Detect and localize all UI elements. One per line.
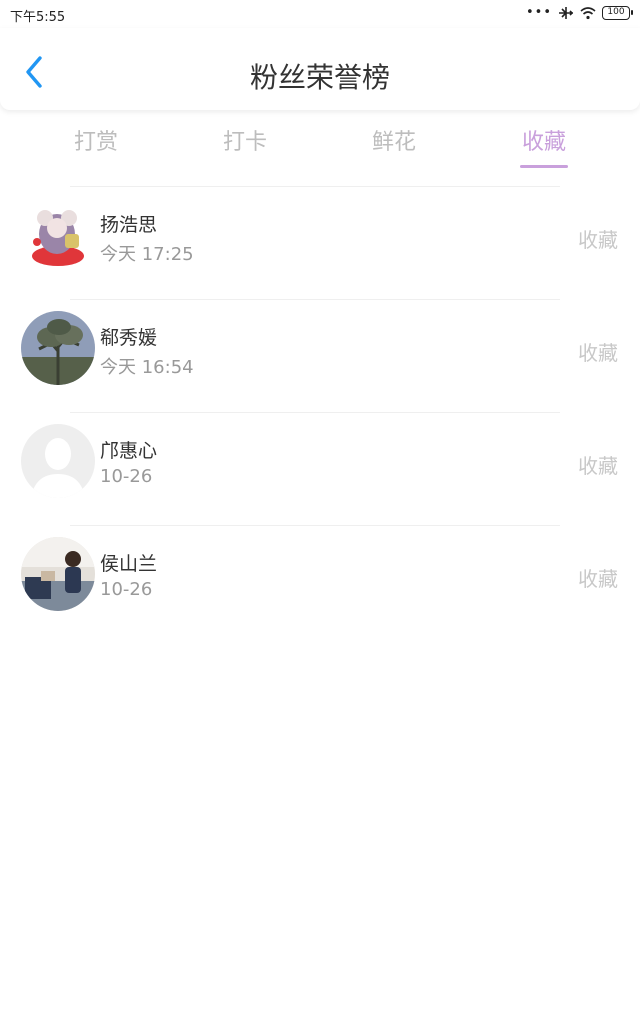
avatar-image [21,311,95,385]
user-time: 今天 17:25 [100,244,194,265]
user-name: 扬浩思 [100,214,158,236]
fan-list: 扬浩思 今天 17:25 收藏 郗秀媛 今天 16:54 收藏 邝惠心 10-2… [0,186,640,638]
favorite-label: 收藏 [578,228,618,252]
wifi-icon [580,7,596,20]
tab-flowers[interactable]: 鲜花 [334,124,454,168]
avatar-image [21,198,95,272]
user-name: 郗秀媛 [100,327,158,349]
battery-icon: 100 [602,6,633,20]
active-tab-indicator [520,165,568,168]
user-name: 侯山兰 [100,553,158,575]
status-time: 下午5:55 [10,10,66,25]
user-time: 10-26 [100,466,153,487]
avatar[interactable] [21,424,95,498]
avatar[interactable] [21,311,95,385]
favorite-label: 收藏 [578,341,618,365]
default-avatar-icon [21,424,95,498]
avatar-image [21,537,95,611]
header-bar: 粉丝荣誉榜 [0,28,640,110]
list-item[interactable]: 侯山兰 10-26 收藏 [0,525,640,638]
user-name: 邝惠心 [100,440,158,462]
list-item[interactable]: 邝惠心 10-26 收藏 [0,412,640,525]
list-item[interactable]: 郗秀媛 今天 16:54 收藏 [0,299,640,412]
tab-favorites[interactable]: 收藏 [484,124,604,168]
tab-favorites-label: 收藏 [521,130,566,155]
tab-checkin[interactable]: 打卡 [185,124,305,168]
airplane-icon [559,7,574,19]
user-time: 今天 16:54 [100,357,194,378]
more-dots-icon: ••• [525,5,552,20]
tab-reward[interactable]: 打赏 [36,124,156,168]
avatar[interactable] [21,198,95,272]
status-bar: 下午5:55 ••• 100 [0,0,640,28]
favorite-label: 收藏 [578,567,618,591]
favorite-label: 收藏 [578,454,618,478]
user-time: 10-26 [100,579,153,600]
status-icons: ••• 100 [525,5,633,20]
avatar[interactable] [21,537,95,611]
list-item[interactable]: 扬浩思 今天 17:25 收藏 [0,186,640,299]
tab-bar: 打赏 打卡 鲜花 收藏 [0,118,640,174]
page-title: 粉丝荣誉榜 [249,61,390,94]
